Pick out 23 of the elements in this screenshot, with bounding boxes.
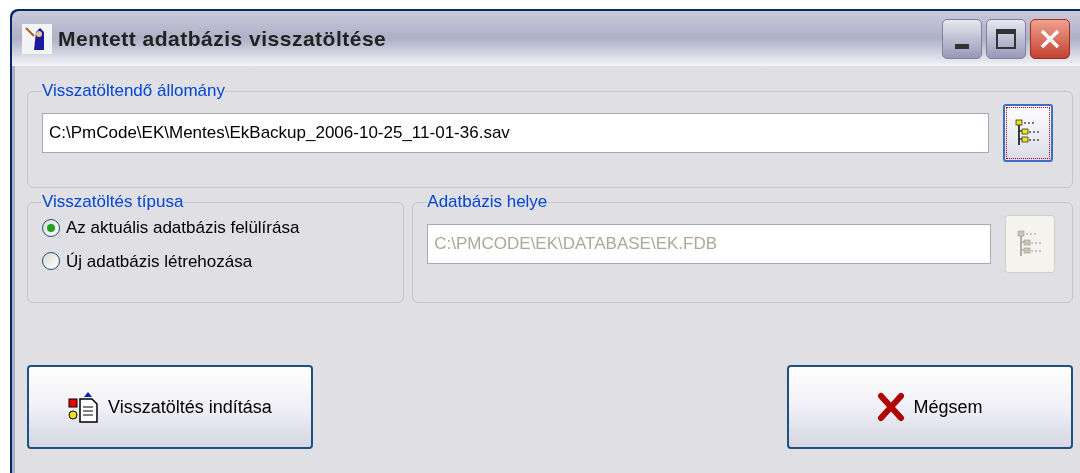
minimize-icon [955,43,969,49]
close-button[interactable] [1030,18,1070,59]
group-label: Visszatöltendő állomány [42,80,225,102]
group-label: Visszatöltés típusa [42,191,184,213]
cross-icon [877,392,906,422]
maximize-button[interactable] [986,18,1026,59]
tree-icon [1017,229,1044,259]
close-icon [1039,27,1061,50]
file-path-field[interactable]: C:\PmCode\EK\Mentes\EkBackup_2006-10-25_11-01-36.sav [42,113,989,153]
group-label: Adatbázis helye [427,191,548,213]
start-button[interactable]: Visszatöltés indítása [27,365,313,449]
radio-button[interactable] [42,218,60,237]
radio-option[interactable]: Új adatbázis létrehozása [42,248,390,274]
cancel-button[interactable]: Mégsem [787,365,1073,449]
window-title: Mentett adatbázis visszatöltése [58,25,387,52]
tree-icon [1015,118,1041,148]
radio-button[interactable] [42,252,60,271]
app-icon [22,23,52,54]
document-icon [68,391,101,423]
browse-button[interactable] [1003,104,1053,162]
radio-option[interactable]: Az aktuális adatbázis felülírása [42,215,390,241]
minimize-button[interactable] [942,18,982,59]
maximize-icon [996,28,1016,49]
